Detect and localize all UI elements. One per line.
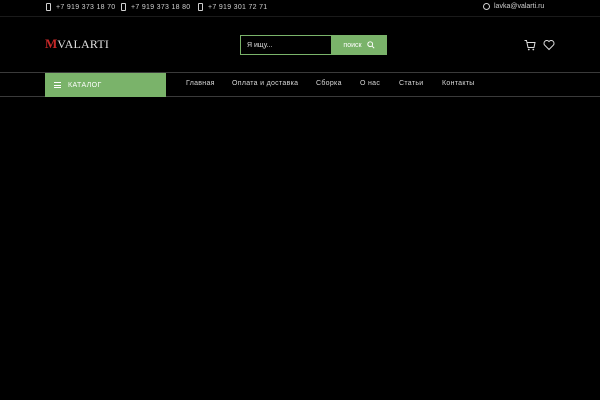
phone-icon xyxy=(198,3,203,11)
search-button-label: поиск xyxy=(343,41,362,49)
nav-link-assembly[interactable]: Сборка xyxy=(316,80,342,87)
logo[interactable]: M VALARTI xyxy=(45,36,109,52)
catalog-label: КАТАЛОГ xyxy=(68,81,102,89)
nav-link-contacts[interactable]: Контакты xyxy=(442,80,475,87)
main-nav: КАТАЛОГ Главная Оплата и доставка Сборка… xyxy=(0,73,600,97)
page-content xyxy=(0,98,600,400)
nav-link-payment-delivery[interactable]: Оплата и доставка xyxy=(232,80,298,87)
catalog-button[interactable]: КАТАЛОГ xyxy=(45,73,166,97)
header: M VALARTI поиск xyxy=(0,17,600,73)
email-text[interactable]: lavka@valarti.ru xyxy=(494,3,544,10)
search-input[interactable] xyxy=(240,35,331,55)
nav-link-about[interactable]: О нас xyxy=(360,80,380,87)
nav-link-articles[interactable]: Статьи xyxy=(399,80,424,87)
phone-3-text[interactable]: +7 919 301 72 71 xyxy=(208,4,268,11)
phone-2-text[interactable]: +7 919 373 18 80 xyxy=(131,4,191,11)
logo-mark: M xyxy=(45,36,58,51)
email-link[interactable]: lavka@valarti.ru xyxy=(483,3,544,10)
search-form: поиск xyxy=(240,35,387,55)
mail-icon xyxy=(483,3,490,10)
logo-text: VALARTI xyxy=(57,36,110,51)
nav-link-home[interactable]: Главная xyxy=(186,80,215,87)
top-bar: +7 919 373 18 70 +7 919 373 18 80 +7 919… xyxy=(0,0,600,17)
search-icon xyxy=(366,41,375,49)
phone-1-text[interactable]: +7 919 373 18 70 xyxy=(56,4,116,11)
phone-1[interactable]: +7 919 373 18 70 xyxy=(46,3,116,11)
menu-icon xyxy=(54,82,61,88)
cart-icon[interactable] xyxy=(524,39,536,51)
phone-2[interactable]: +7 919 373 18 80 xyxy=(121,3,191,11)
search-button[interactable]: поиск xyxy=(331,35,387,55)
phone-icon xyxy=(46,3,51,11)
heart-icon[interactable] xyxy=(543,39,555,51)
phone-icon xyxy=(121,3,126,11)
phone-3[interactable]: +7 919 301 72 71 xyxy=(198,3,268,11)
